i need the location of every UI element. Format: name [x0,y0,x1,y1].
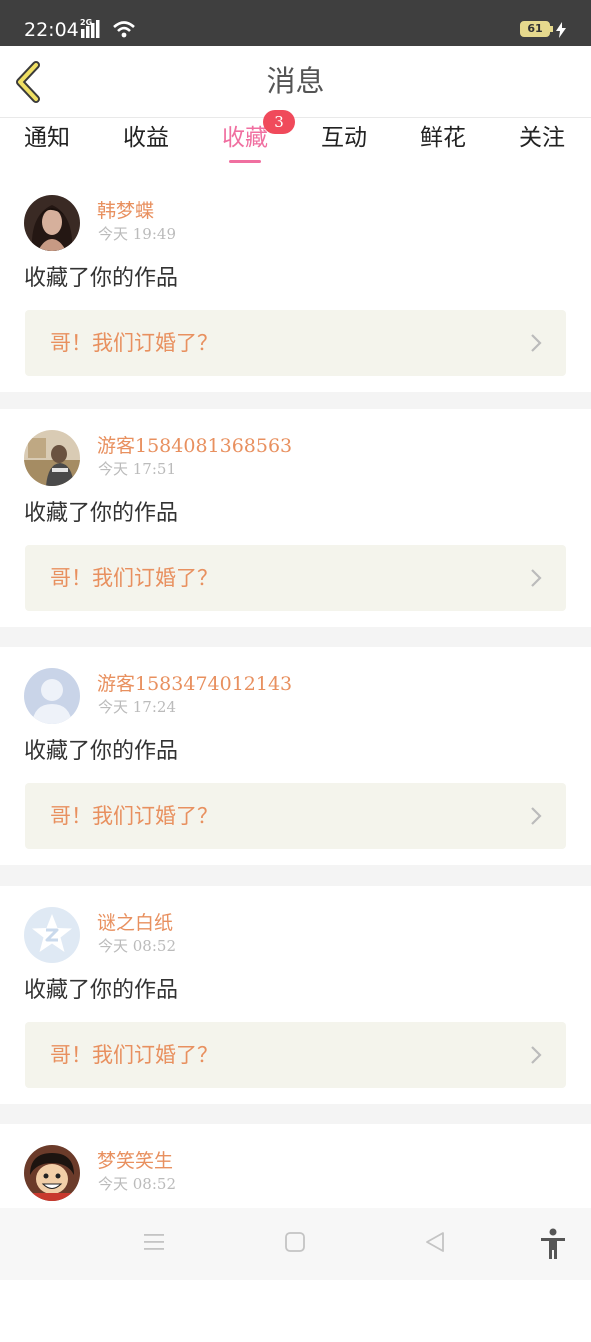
menu-icon[interactable] [143,1230,165,1254]
tab-notifications[interactable]: 通知 [24,118,70,174]
tab-follows[interactable]: 关注 [519,118,565,174]
battery-level: 61 [527,22,543,35]
status-time: 22:04 [24,19,79,41]
message-card: 谜之白纸 今天 08:52 收藏了你的作品 哥！我们订婚了？ [0,886,591,1104]
tab-earnings[interactable]: 收益 [123,118,169,174]
cartoon-avatar-icon [24,1145,80,1201]
unread-badge: 3 [263,110,295,134]
user-name[interactable]: 游客1584081368563 [97,433,292,459]
system-nav-bar [0,1208,591,1280]
tab-label: 收藏 [222,125,268,151]
work-link[interactable]: 哥！我们订婚了？ [25,1022,566,1088]
header: 消息 [0,46,591,118]
accessibility-icon[interactable] [540,1228,566,1260]
user-photo-icon [24,195,80,251]
tab-label: 收益 [123,125,169,151]
charging-icon [556,22,566,38]
chevron-right-icon [531,569,542,587]
action-text: 收藏了你的作品 [24,739,179,764]
work-title: 哥！我们订婚了？ [50,331,218,355]
default-avatar-icon [24,668,80,724]
tab-label: 关注 [519,125,565,151]
work-link[interactable]: 哥！我们订婚了？ [25,783,566,849]
battery-tip [550,26,553,32]
work-link[interactable]: 哥！我们订婚了？ [25,310,566,376]
tab-flowers[interactable]: 鲜花 [420,118,466,174]
message-card: 游客1583474012143 今天 17:24 收藏了你的作品 哥！我们订婚了… [0,647,591,865]
user-name[interactable]: 韩梦蝶 [97,198,154,224]
signal-icon [81,20,100,38]
avatar[interactable] [24,668,80,724]
message-time: 今天 19:49 [98,225,176,243]
status-bar: 22:04 2G 61 [0,0,591,46]
chevron-right-icon [531,1046,542,1064]
work-title: 哥！我们订婚了？ [50,566,218,590]
user-name[interactable]: 梦笑笑生 [97,1148,173,1174]
message-time: 今天 17:51 [98,460,176,478]
tab-interactions[interactable]: 互动 [321,118,367,174]
avatar[interactable] [24,1145,80,1201]
chevron-right-icon [531,334,542,352]
qq-star-avatar-icon [24,907,80,963]
user-name[interactable]: 谜之白纸 [97,910,173,936]
avatar[interactable] [24,907,80,963]
work-link[interactable]: 哥！我们订婚了？ [25,545,566,611]
work-title: 哥！我们订婚了？ [50,804,218,828]
avatar[interactable] [24,430,80,486]
action-text: 收藏了你的作品 [24,266,179,291]
tab-label: 鲜花 [420,125,466,151]
back-triangle-icon[interactable] [424,1230,446,1254]
action-text: 收藏了你的作品 [24,978,179,1003]
message-card: 游客1584081368563 今天 17:51 收藏了你的作品 哥！我们订婚了… [0,409,591,627]
message-card: 韩梦蝶 今天 19:49 收藏了你的作品 哥！我们订婚了？ [0,174,591,392]
home-square-icon[interactable] [284,1230,306,1254]
tab-label: 互动 [321,125,367,151]
active-tab-indicator [229,160,261,163]
battery-icon: 61 [520,21,550,37]
tab-favorites[interactable]: 收藏 3 [222,110,295,174]
user-name[interactable]: 游客1583474012143 [97,671,292,697]
message-time: 今天 17:24 [98,698,176,716]
chevron-right-icon [531,807,542,825]
wifi-icon [113,21,135,38]
message-time: 今天 08:52 [98,937,176,955]
tab-label: 通知 [24,125,70,151]
tab-bar: 通知 收益 收藏 3 互动 鲜花 关注 [0,110,591,174]
user-photo-icon [24,430,80,486]
action-text: 收藏了你的作品 [24,501,179,526]
work-title: 哥！我们订婚了？ [50,1043,218,1067]
page-title: 消息 [266,64,325,98]
message-time: 今天 08:52 [98,1175,176,1193]
avatar[interactable] [24,195,80,251]
